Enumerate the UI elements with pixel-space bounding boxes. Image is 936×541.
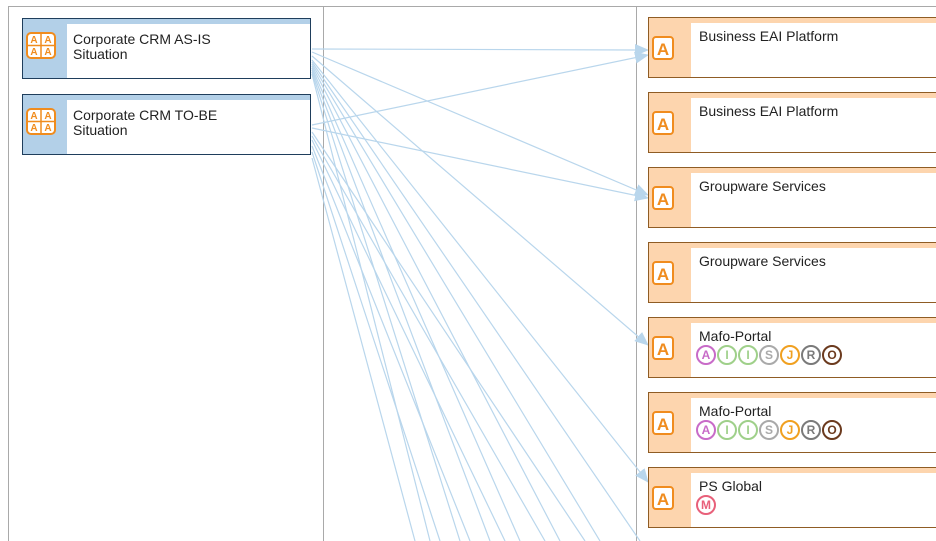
svg-text:A: A bbox=[30, 111, 37, 122]
status-badges: AIISJRO bbox=[696, 345, 843, 365]
target-card-business-eai-platform[interactable]: A Business EAI Platform bbox=[648, 17, 936, 78]
source-card-to-be[interactable]: A A A A Corporate CRM TO-BE Situation bbox=[22, 94, 311, 155]
application-icon: A bbox=[652, 111, 674, 135]
svg-text:A: A bbox=[44, 111, 51, 122]
application-icon: A bbox=[652, 186, 674, 210]
target-name: PS Global bbox=[699, 478, 763, 494]
svg-text:A: A bbox=[30, 47, 37, 58]
svg-text:A: A bbox=[657, 40, 669, 59]
target-card-groupware-services[interactable]: A Groupware Services bbox=[648, 167, 936, 228]
target-name: Mafo-Portal bbox=[699, 328, 772, 344]
application-icon: A bbox=[652, 261, 674, 285]
badge-i-icon: I bbox=[738, 420, 758, 440]
target-name: Groupware Services bbox=[699, 253, 826, 269]
badge-s-icon: S bbox=[759, 420, 779, 440]
target-card-mafo-portal[interactable]: A Mafo-Portal A I I S J R O bbox=[648, 392, 936, 453]
svg-text:A: A bbox=[657, 340, 669, 359]
target-name: Groupware Services bbox=[699, 178, 826, 194]
application-icon: A bbox=[652, 36, 674, 60]
badge-j-icon: J bbox=[780, 420, 800, 440]
svg-text:A: A bbox=[30, 35, 37, 46]
source-name: Corporate CRM AS-IS Situation bbox=[73, 31, 211, 62]
badge-r-icon: R bbox=[801, 420, 821, 440]
application-group-icon: A A A A bbox=[26, 32, 56, 59]
target-card-ps-global[interactable]: A PS Global M bbox=[648, 467, 936, 528]
target-name: Business EAI Platform bbox=[699, 28, 839, 44]
badge-i-icon: I bbox=[717, 420, 737, 440]
badge-a-icon: A bbox=[696, 420, 716, 440]
badge-a-icon: A bbox=[696, 345, 716, 365]
badge-j-icon: J bbox=[780, 345, 800, 365]
badge-s-icon: S bbox=[759, 345, 779, 365]
target-card-mafo-portal[interactable]: A Mafo-Portal A I I S J R O bbox=[648, 317, 936, 378]
source-card-as-is[interactable]: A A A A Corporate CRM AS-IS Situation bbox=[22, 18, 311, 79]
badge-r-icon: R bbox=[801, 345, 821, 365]
application-icon: A bbox=[652, 336, 674, 360]
application-icon: A bbox=[652, 411, 674, 435]
badge-m-icon: M bbox=[696, 495, 716, 515]
application-group-icon: A A A A bbox=[26, 108, 56, 135]
svg-text:A: A bbox=[657, 115, 669, 134]
badge-o-icon: O bbox=[822, 420, 842, 440]
application-icon: A bbox=[652, 486, 674, 510]
target-card-groupware-services[interactable]: A Groupware Services bbox=[648, 242, 936, 303]
svg-text:A: A bbox=[657, 415, 669, 434]
svg-text:A: A bbox=[44, 47, 51, 58]
svg-text:A: A bbox=[657, 490, 669, 509]
status-badges: M bbox=[696, 495, 717, 515]
svg-text:A: A bbox=[44, 35, 51, 46]
target-name: Mafo-Portal bbox=[699, 403, 772, 419]
target-card-business-eai-platform[interactable]: A Business EAI Platform bbox=[648, 92, 936, 153]
svg-text:A: A bbox=[657, 190, 669, 209]
target-name: Business EAI Platform bbox=[699, 103, 839, 119]
column-divider-right bbox=[636, 6, 637, 541]
badge-i-icon: I bbox=[717, 345, 737, 365]
svg-text:A: A bbox=[30, 123, 37, 134]
status-badges: AIISJRO bbox=[696, 420, 843, 440]
svg-text:A: A bbox=[657, 265, 669, 284]
column-divider-left bbox=[323, 6, 324, 541]
badge-i-icon: I bbox=[738, 345, 758, 365]
svg-text:A: A bbox=[44, 123, 51, 134]
badge-o-icon: O bbox=[822, 345, 842, 365]
source-name: Corporate CRM TO-BE Situation bbox=[73, 107, 218, 138]
